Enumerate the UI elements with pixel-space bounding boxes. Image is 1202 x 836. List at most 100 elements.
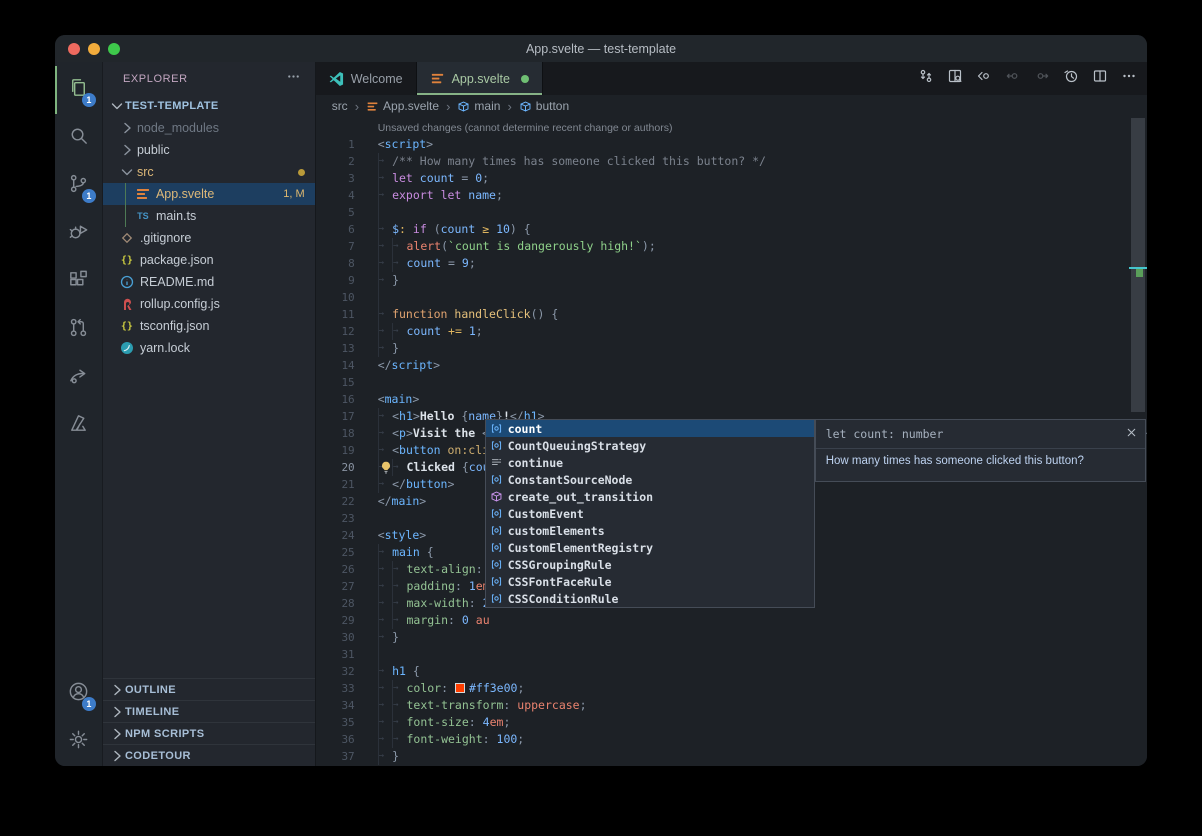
tab-label: Welcome [351, 72, 403, 86]
breadcrumb-item-button[interactable]: button [519, 99, 569, 113]
code-line-11: 11→function handleClick() { [316, 306, 1147, 323]
code-line-content[interactable]: →$: if (count ≥ 10) { [378, 221, 531, 238]
code-line-content[interactable]: </main> [378, 493, 427, 510]
source-control-activity-button[interactable]: 1 [55, 162, 102, 210]
sidebar-section-timeline[interactable]: TIMELINE [103, 700, 315, 722]
breadcrumb-item-app-svelte[interactable]: App.svelte [366, 99, 439, 113]
sidebar-section-outline[interactable]: OUTLINE [103, 678, 315, 700]
sidebar-section-npm-scripts[interactable]: NPM SCRIPTS [103, 722, 315, 744]
suggestion-customevent[interactable]: CustomEvent [486, 505, 814, 522]
tree-item-label: node_modules [137, 121, 219, 135]
tree-item-rollup-config-js[interactable]: rollup.config.js [103, 293, 315, 315]
code-line-content[interactable] [378, 204, 392, 221]
tree-item-package-json[interactable]: {}package.json [103, 249, 315, 271]
suggestion-count[interactable]: count [486, 420, 814, 437]
suggestion-cssconditionrule[interactable]: CSSConditionRule [486, 590, 814, 607]
open-changes-button[interactable] [947, 68, 963, 89]
previous-change-button[interactable] [976, 68, 992, 89]
tab-whitespace-icon: → [392, 595, 406, 612]
code-line-content[interactable]: →} [378, 272, 399, 289]
sidebar-section-codetour[interactable]: CODETOUR [103, 744, 315, 766]
code-line-content[interactable]: →let count = 0; [378, 170, 489, 187]
code-line-content[interactable]: →→font-weight: 100; [378, 731, 525, 748]
suggestion-create-out-transition[interactable]: create_out_transition [486, 488, 814, 505]
suggestion-cssgroupingrule[interactable]: CSSGroupingRule [486, 556, 814, 573]
code-line-content[interactable]: →</button> [378, 476, 455, 493]
split-editor-button[interactable] [1092, 68, 1108, 89]
suggestion-customelements[interactable]: customElements [486, 522, 814, 539]
line-number: 18 [316, 425, 355, 442]
line-number: 9 [316, 272, 355, 289]
tree-item-readme-md[interactable]: README.md [103, 271, 315, 293]
close-icon[interactable] [1125, 426, 1138, 439]
minimize-window-button[interactable] [88, 43, 100, 55]
code-line-content[interactable]: →} [378, 629, 399, 646]
code-line-content[interactable] [378, 646, 392, 663]
code-line-content[interactable]: →→alert(`count is dangerously high!`); [378, 238, 656, 255]
code-line-content[interactable]: →→margin: 0 au [378, 612, 490, 629]
code-line-content[interactable]: →→max-width: 2 [378, 595, 490, 612]
code-line-content[interactable]: →→font-size: 4em; [378, 714, 511, 731]
breadcrumb-item-src[interactable]: src [332, 99, 348, 113]
scrollbar-slider[interactable] [1131, 118, 1145, 412]
azure-activity-button[interactable] [55, 402, 102, 450]
close-window-button[interactable] [68, 43, 80, 55]
tree-item-app-svelte[interactable]: App.svelte1, M [103, 183, 315, 205]
settings-activity-button[interactable] [55, 718, 102, 766]
code-line-content[interactable]: →→text-transform: uppercase; [378, 697, 587, 714]
code-line-content[interactable]: <script> [378, 136, 433, 153]
live-share-activity-button[interactable] [55, 354, 102, 402]
more-actions-button[interactable] [1121, 68, 1137, 89]
code-line-content[interactable]: →h1 { [378, 663, 420, 680]
tree-item-public[interactable]: public [103, 139, 315, 161]
search-icon [67, 124, 90, 152]
tree-item-tsconfig-json[interactable]: {}tsconfig.json [103, 315, 315, 337]
breadcrumb-item-main[interactable]: main [457, 99, 500, 113]
tab-app-svelte[interactable]: App.svelte [417, 62, 543, 95]
lightbulb-icon[interactable] [379, 460, 393, 475]
code-line-content[interactable]: →→color: #ff3e00; [378, 680, 525, 697]
code-line-content[interactable]: →function handleClick() { [378, 306, 559, 323]
code-line-content[interactable]: →→text-align: c [378, 561, 497, 578]
code-line-content[interactable]: </script> [378, 357, 440, 374]
search-activity-button[interactable] [55, 114, 102, 162]
suggestion-countqueuingstrategy[interactable]: CountQueuingStrategy [486, 437, 814, 454]
sidebar-sections: OUTLINETIMELINE NPM SCRIPTS CODETOUR [103, 678, 315, 766]
css-color-swatch[interactable] [455, 683, 465, 693]
file-history-button[interactable] [1063, 68, 1079, 89]
suggestion-constantsourcenode[interactable]: ConstantSourceNode [486, 471, 814, 488]
code-line-content[interactable]: →} [378, 340, 399, 357]
tree-item-main-ts[interactable]: TSmain.ts [103, 205, 315, 227]
code-line-content[interactable]: →→count += 1; [378, 323, 483, 340]
project-root-row[interactable]: TEST-TEMPLATE [103, 95, 315, 117]
code-line-content[interactable]: →→padding: 1em [378, 578, 490, 595]
code-line-1: 1<script> [316, 136, 1147, 153]
code-line-content[interactable]: →main { [378, 544, 434, 561]
tree-item-node-modules[interactable]: node_modules [103, 117, 315, 139]
git-compare-button[interactable] [918, 68, 934, 89]
suggestion-continue[interactable]: continue [486, 454, 814, 471]
code-line-content[interactable] [378, 289, 392, 306]
suggestion-customelementregistry[interactable]: CustomElementRegistry [486, 539, 814, 556]
tree-item-src[interactable]: src [103, 161, 315, 183]
title-bar: App.svelte — test-template [55, 35, 1147, 62]
section-label: NPM SCRIPTS [125, 728, 205, 740]
code-line-content[interactable]: →→count = 9; [378, 255, 476, 272]
code-line-content[interactable]: <style> [378, 527, 427, 544]
extensions-activity-button[interactable] [55, 258, 102, 306]
code-line-content[interactable]: →} [378, 748, 399, 765]
run-debug-activity-button[interactable] [55, 210, 102, 258]
code-line-content[interactable]: →export let name; [378, 187, 503, 204]
tree-item-gitignore[interactable]: .gitignore [103, 227, 315, 249]
zoom-window-button[interactable] [108, 43, 120, 55]
tree-item-yarn-lock[interactable]: yarn.lock [103, 337, 315, 359]
code-line-content[interactable]: →/** How many times has someone clicked … [378, 153, 766, 170]
suggestion-cssfontfacerule[interactable]: CSSFontFaceRule [486, 573, 814, 590]
explorer-activity-button[interactable]: 1 [55, 66, 102, 114]
github-pull-requests-activity-button[interactable] [55, 306, 102, 354]
accounts-activity-button[interactable]: 1 [55, 670, 102, 718]
tab-welcome[interactable]: Welcome [316, 62, 417, 95]
gitlens-codelens[interactable]: Unsaved changes (cannot determine recent… [316, 117, 1147, 136]
explorer-more-actions-button[interactable] [286, 69, 301, 89]
code-line-content[interactable]: <main> [378, 391, 420, 408]
